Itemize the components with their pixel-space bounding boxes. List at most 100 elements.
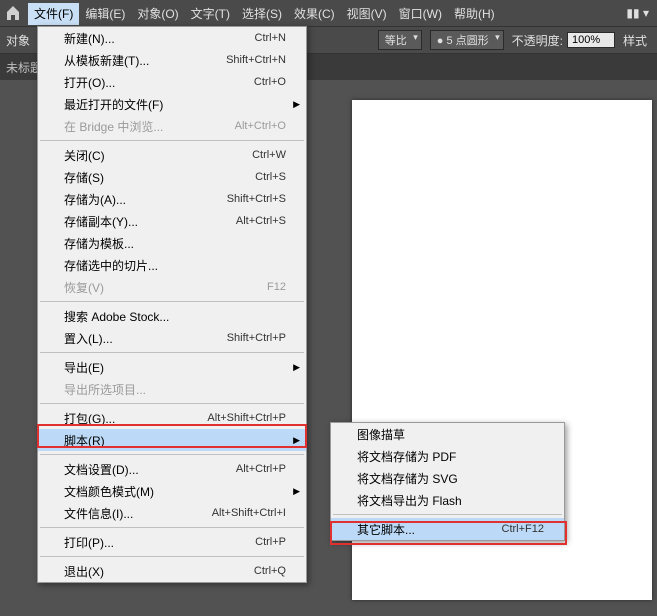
menu-item-shortcut: Alt+Ctrl+P [236,463,286,475]
menu-item-shortcut: Alt+Shift+Ctrl+I [212,507,286,519]
menu-item-shortcut: Ctrl+W [252,149,286,161]
file-menu-item-23[interactable]: 文档设置(D)...Alt+Ctrl+P [38,458,306,480]
file-menu-item-4: 在 Bridge 中浏览...Alt+Ctrl+O [38,115,306,137]
proportion-combo[interactable]: 等比 [378,30,422,50]
file-menu-item-3[interactable]: 最近打开的文件(F) ▶ [38,93,306,115]
menu-文件[interactable]: 文件(F) [28,3,79,25]
menu-item-label: 最近打开的文件(F) [64,96,286,113]
menu-item-shortcut: Shift+Ctrl+N [226,54,286,66]
file-menu-item-12: 恢复(V)F12 [38,276,306,298]
submenu-arrow-icon: ▶ [293,99,300,110]
menu-item-label: 恢复(V) [64,279,267,296]
file-menu-item-9[interactable]: 存储副本(Y)...Alt+Ctrl+S [38,210,306,232]
toolbar-label: 对象 [6,32,30,49]
file-menu-item-24[interactable]: 文档颜色模式(M) ▶ [38,480,306,502]
menu-编辑[interactable]: 编辑(E) [79,3,131,25]
file-menu-item-18: 导出所选项目... [38,378,306,400]
menu-item-shortcut: Ctrl+P [255,536,286,548]
menu-item-label: 新建(N)... [64,30,255,47]
menu-item-label: 导出(E) [64,359,286,376]
menu-帮助[interactable]: 帮助(H) [448,3,501,25]
script-submenu-dropdown: 图像描草将文档存储为 PDF 将文档存储为 SVG 将文档导出为 Flash 其它脚本… [330,422,565,541]
file-menu-item-7[interactable]: 存储(S)Ctrl+S [38,166,306,188]
file-menu-item-14[interactable]: 搜索 Adobe Stock... [38,305,306,327]
menu-item-label: 将文档导出为 Flash [357,492,544,509]
menu-item-label: 存储副本(Y)... [64,213,236,230]
file-menu-item-27[interactable]: 打印(P)...Ctrl+P [38,531,306,553]
menu-item-label: 图像描草 [357,426,544,443]
menu-separator [333,514,562,515]
file-menu-item-0[interactable]: 新建(N)...Ctrl+N [38,27,306,49]
opacity-value[interactable]: 100% [567,32,615,48]
script-submenu-item-2[interactable]: 将文档存储为 SVG [331,467,564,489]
file-menu-item-2[interactable]: 打开(O)...Ctrl+O [38,71,306,93]
home-icon[interactable] [4,4,22,22]
menu-item-label: 文件信息(I)... [64,505,212,522]
menu-separator [40,301,304,302]
menu-item-label: 打印(P)... [64,534,255,551]
file-menu-item-11[interactable]: 存储选中的切片... [38,254,306,276]
menu-item-label: 搜索 Adobe Stock... [64,308,286,325]
menu-item-label: 置入(L)... [64,330,227,347]
menu-item-label: 存储(S) [64,169,255,186]
menu-item-shortcut: Shift+Ctrl+P [227,332,286,344]
file-menu-item-10[interactable]: 存储为模板... [38,232,306,254]
menu-item-shortcut: Alt+Ctrl+S [236,215,286,227]
menu-item-shortcut: Shift+Ctrl+S [227,193,286,205]
script-submenu-item-5[interactable]: 其它脚本...Ctrl+F12 [331,518,564,540]
menu-文字[interactable]: 文字(T) [185,3,236,25]
menu-separator [40,556,304,557]
menu-item-shortcut: Ctrl+N [255,32,286,44]
menu-item-shortcut: Alt+Shift+Ctrl+P [207,412,286,424]
menu-item-label: 存储为(A)... [64,191,227,208]
file-menu-item-6[interactable]: 关闭(C)Ctrl+W [38,144,306,166]
style-label: 样式 [623,32,647,49]
submenu-arrow-icon: ▶ [293,486,300,497]
menu-item-label: 关闭(C) [64,147,252,164]
file-menu-item-25[interactable]: 文件信息(I)...Alt+Shift+Ctrl+I [38,502,306,524]
opacity-label: 不透明度: [512,32,563,49]
submenu-arrow-icon: ▶ [293,362,300,373]
menu-视图[interactable]: 视图(V) [341,3,393,25]
file-menu-item-1[interactable]: 从模板新建(T)...Shift+Ctrl+N [38,49,306,71]
menu-item-label: 存储选中的切片... [64,257,286,274]
script-submenu-item-0[interactable]: 图像描草 [331,423,564,445]
menu-item-label: 其它脚本... [357,521,502,538]
menu-item-label: 在 Bridge 中浏览... [64,118,235,135]
stroke-combo[interactable]: ● 5 点圆形 [430,30,504,50]
file-menu-item-8[interactable]: 存储为(A)...Shift+Ctrl+S [38,188,306,210]
menu-选择[interactable]: 选择(S) [236,3,288,25]
menu-item-label: 文档设置(D)... [64,461,236,478]
script-submenu-item-3[interactable]: 将文档导出为 Flash [331,489,564,511]
layout-icon[interactable]: ▮▮ ▾ [622,4,653,22]
submenu-arrow-icon: ▶ [293,435,300,446]
script-submenu-item-1[interactable]: 将文档存储为 PDF [331,445,564,467]
file-menu-dropdown: 新建(N)...Ctrl+N从模板新建(T)...Shift+Ctrl+N打开(… [37,26,307,583]
menu-窗口[interactable]: 窗口(W) [393,3,448,25]
menu-item-label: 文档颜色模式(M) [64,483,286,500]
menu-separator [40,527,304,528]
menu-对象[interactable]: 对象(O) [131,3,184,25]
menu-item-label: 从模板新建(T)... [64,52,226,69]
menu-separator [40,454,304,455]
menu-效果[interactable]: 效果(C) [288,3,341,25]
file-menu-item-29[interactable]: 退出(X)Ctrl+Q [38,560,306,582]
menu-item-label: 打包(G)... [64,410,207,427]
menu-item-label: 导出所选项目... [64,381,286,398]
menu-item-label: 退出(X) [64,563,254,580]
menu-item-shortcut: Ctrl+O [254,76,286,88]
file-menu-item-20[interactable]: 打包(G)...Alt+Shift+Ctrl+P [38,407,306,429]
menu-item-shortcut: Ctrl+S [255,171,286,183]
file-menu-item-21[interactable]: 脚本(R) ▶ [38,429,306,451]
menu-item-shortcut: Alt+Ctrl+O [235,120,286,132]
menu-item-label: 存储为模板... [64,235,286,252]
menu-item-label: 打开(O)... [64,74,254,91]
menu-item-label: 将文档存储为 SVG [357,470,544,487]
menu-separator [40,352,304,353]
menu-item-label: 脚本(R) [64,432,286,449]
menu-item-shortcut: Ctrl+F12 [502,523,545,535]
file-menu-item-17[interactable]: 导出(E) ▶ [38,356,306,378]
file-menu-item-15[interactable]: 置入(L)...Shift+Ctrl+P [38,327,306,349]
menu-separator [40,403,304,404]
menubar: 文件(F)编辑(E)对象(O)文字(T)选择(S)效果(C)视图(V)窗口(W)… [0,0,657,26]
